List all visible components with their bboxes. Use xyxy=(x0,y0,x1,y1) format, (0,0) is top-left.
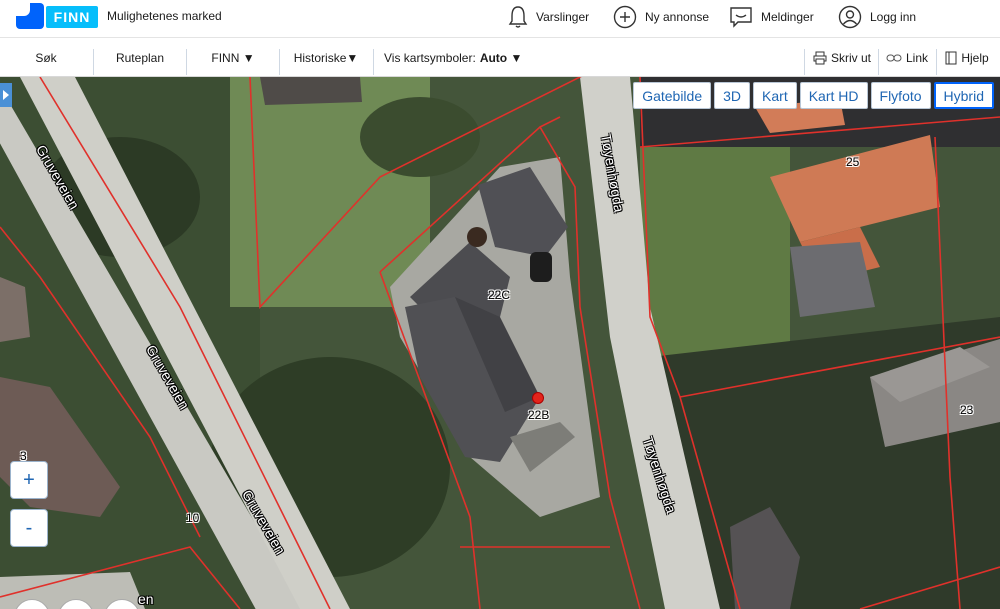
printer-icon xyxy=(813,51,827,65)
side-panel-toggle[interactable] xyxy=(0,83,12,107)
map-symbols-label: Vis kartsymboler: xyxy=(384,51,476,65)
house-number-25: 25 xyxy=(846,155,860,169)
new-ad-label: Ny annonse xyxy=(645,10,710,24)
house-number-10: 10 xyxy=(186,511,200,525)
bell-icon xyxy=(508,6,528,28)
help-label: Hjelp xyxy=(961,51,989,65)
chat-icon xyxy=(730,7,752,28)
link-chain-icon xyxy=(886,54,902,62)
user-icon xyxy=(838,5,862,29)
map-symbols-dropdown[interactable]: Vis kartsymboler: Auto ▼ xyxy=(384,39,522,77)
link-label: Link xyxy=(905,51,928,65)
top-header: FINN Mulighetenes marked Varslinger Ny a… xyxy=(0,0,1000,38)
map-toolbar: Søk Ruteplan FINN ▼ Historiske▼ Vis kart… xyxy=(0,39,1000,77)
location-pin-icon[interactable] xyxy=(532,392,544,404)
toolbar-divider xyxy=(804,49,805,75)
help-book-icon xyxy=(945,51,957,65)
search-button[interactable]: Søk xyxy=(0,39,92,77)
house-number-22c: 22C xyxy=(488,288,511,302)
toolbar-divider xyxy=(186,49,187,75)
map-canvas[interactable]: Gatebilde 3D Kart Kart HD Flyfoto Hybrid… xyxy=(0,77,1000,609)
house-number-22b: 22B xyxy=(528,408,550,422)
notifications-label: Varslinger xyxy=(536,10,590,24)
print-button[interactable]: Skriv ut xyxy=(806,39,878,77)
messages-label: Meldinger xyxy=(761,10,814,24)
finn-dropdown[interactable]: FINN ▼ xyxy=(188,39,278,77)
house-number-23: 23 xyxy=(960,403,974,417)
map-type-gatebilde[interactable]: Gatebilde xyxy=(633,82,712,109)
toolbar-divider xyxy=(878,49,879,75)
tagline: Mulighetenes marked xyxy=(107,9,222,23)
map-symbols-value: Auto ▼ xyxy=(479,51,523,65)
map-type-kart-hd[interactable]: Kart HD xyxy=(799,82,868,109)
map-type-hybrid[interactable]: Hybrid xyxy=(933,82,994,109)
toolbar-divider xyxy=(936,49,937,75)
link-button[interactable]: Link xyxy=(880,39,934,77)
finn-logo-mark-icon xyxy=(16,3,44,29)
new-ad-link[interactable]: Ny annonse xyxy=(613,4,709,30)
finn-logo-word: FINN xyxy=(46,6,98,28)
plus-circle-icon xyxy=(613,5,637,29)
map-type-flyfoto[interactable]: Flyfoto xyxy=(870,82,931,109)
notifications-link[interactable]: Varslinger xyxy=(508,4,589,30)
street-label-partial: en xyxy=(138,591,154,607)
toolbar-divider xyxy=(373,49,374,75)
map-type-switcher: Gatebilde 3D Kart Kart HD Flyfoto Hybrid xyxy=(633,82,994,109)
map-type-kart[interactable]: Kart xyxy=(753,82,797,109)
login-label: Logg inn xyxy=(870,10,917,24)
zoom-in-button[interactable]: + xyxy=(10,461,48,499)
help-button[interactable]: Hjelp xyxy=(938,39,996,77)
history-dropdown[interactable]: Historiske▼ xyxy=(280,39,372,77)
messages-link[interactable]: Meldinger xyxy=(729,4,814,30)
login-link[interactable]: Logg inn xyxy=(838,4,916,30)
map-type-3d[interactable]: 3D xyxy=(714,82,751,109)
finn-logo[interactable]: FINN xyxy=(16,3,98,29)
zoom-out-button[interactable]: - xyxy=(10,509,48,547)
route-planner-button[interactable]: Ruteplan xyxy=(94,39,186,77)
print-label: Skriv ut xyxy=(830,51,871,65)
